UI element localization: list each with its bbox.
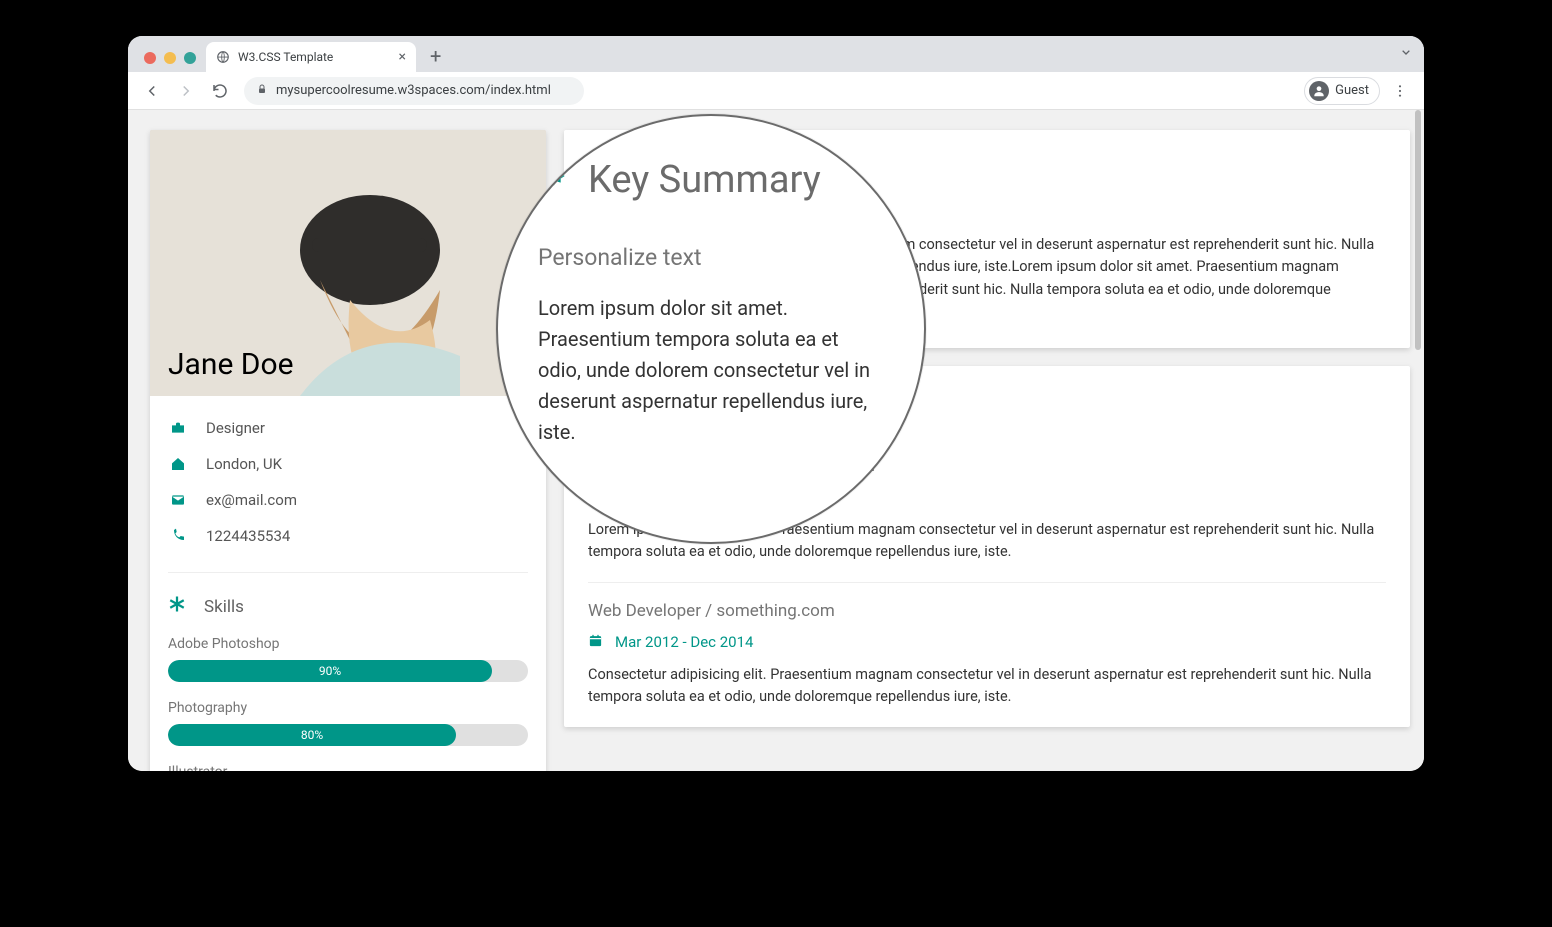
skills-heading-text: Skills <box>204 597 244 617</box>
magnifier-body: Lorem ipsum dolor sit amet. Praesentium … <box>538 293 884 448</box>
profile-photo: Jane Doe <box>150 130 546 396</box>
job-title: Web Developer / something.com <box>588 601 1386 621</box>
skill-item: Illustrator 75% <box>150 758 546 771</box>
progress-bar: 90% <box>168 660 528 682</box>
job-entry: Web Developer / something.com Mar 2012 -… <box>588 583 1386 727</box>
url-field[interactable]: mysupercoolresume.w3spaces.com/index.htm… <box>244 77 584 105</box>
contact-info: Designer London, UK ex@mail.com 12244355… <box>150 396 546 562</box>
chevron-down-icon[interactable] <box>1398 44 1414 64</box>
progress-bar: 80% <box>168 724 528 746</box>
browser-tab-active[interactable]: W3.CSS Template × <box>206 42 416 72</box>
reload-button[interactable] <box>206 77 234 105</box>
sidebar-card: Jane Doe Designer London, UK ex@mail.com <box>150 130 546 771</box>
info-text: 1224435534 <box>206 527 290 545</box>
lock-icon <box>256 83 268 99</box>
page-viewport: Jane Doe Designer London, UK ex@mail.com <box>128 110 1424 771</box>
skill-name: Illustrator <box>168 764 528 771</box>
briefcase-icon <box>168 420 188 436</box>
envelope-icon <box>168 492 188 508</box>
skill-name: Photography <box>168 700 528 716</box>
magnifier-heading: Key Summary <box>538 158 884 202</box>
forward-button[interactable] <box>172 77 200 105</box>
avatar-icon <box>1309 81 1329 101</box>
magnifier-overlay: Key Summary Personalize text Lorem ipsum… <box>496 114 926 544</box>
skill-item: Adobe Photoshop 90% <box>150 630 546 694</box>
info-text: Designer <box>206 419 265 437</box>
magnifier-subtitle: Personalize text <box>538 244 884 271</box>
scrollbar[interactable] <box>1412 110 1424 771</box>
window-controls <box>136 52 206 72</box>
tab-title: W3.CSS Template <box>238 50 391 64</box>
new-tab-button[interactable]: + <box>416 44 455 72</box>
skill-item: Photography 80% <box>150 694 546 758</box>
phone-icon <box>168 528 188 544</box>
window-maximize[interactable] <box>184 52 196 64</box>
progress-fill: 80% <box>168 724 456 746</box>
url-text: mysupercoolresume.w3spaces.com/index.htm… <box>276 83 551 98</box>
info-text: London, UK <box>206 455 282 473</box>
info-row-phone: 1224435534 <box>168 518 528 554</box>
address-bar: mysupercoolresume.w3spaces.com/index.htm… <box>128 72 1424 110</box>
info-row-email: ex@mail.com <box>168 482 528 518</box>
magnifier-heading-text: Key Summary <box>588 158 821 202</box>
window-minimize[interactable] <box>164 52 176 64</box>
calendar-icon <box>588 633 603 652</box>
profile-name: Jane Doe <box>168 347 294 382</box>
divider <box>168 572 528 573</box>
globe-icon <box>216 50 230 64</box>
info-row-location: London, UK <box>168 446 528 482</box>
asterisk-icon <box>168 595 186 618</box>
scrollbar-thumb[interactable] <box>1415 110 1421 350</box>
job-body: Consectetur adipisicing elit. Praesentiu… <box>588 664 1386 709</box>
profile-chip[interactable]: Guest <box>1304 77 1380 105</box>
skill-name: Adobe Photoshop <box>168 636 528 652</box>
job-date-text: Mar 2012 - Dec 2014 <box>615 633 753 651</box>
browser-menu-button[interactable] <box>1386 77 1414 105</box>
job-date: Mar 2012 - Dec 2014 <box>588 633 1386 652</box>
home-icon <box>168 456 188 472</box>
info-row-job: Designer <box>168 410 528 446</box>
window-close[interactable] <box>144 52 156 64</box>
info-text: ex@mail.com <box>206 491 297 509</box>
tab-strip: W3.CSS Template × + <box>128 36 1424 72</box>
skills-heading: Skills <box>150 583 546 630</box>
browser-window: W3.CSS Template × + mysupercoolresume.w3… <box>128 36 1424 771</box>
back-button[interactable] <box>138 77 166 105</box>
progress-fill: 90% <box>168 660 492 682</box>
profile-label: Guest <box>1335 83 1369 98</box>
close-icon[interactable]: × <box>399 50 406 64</box>
